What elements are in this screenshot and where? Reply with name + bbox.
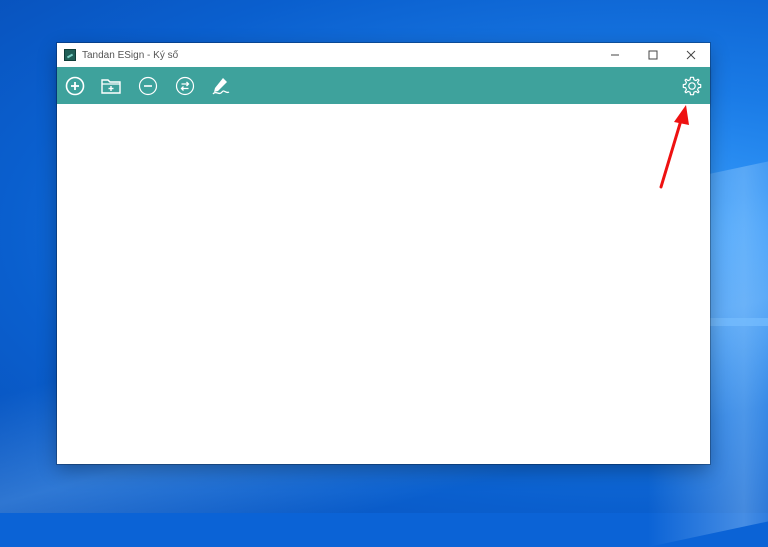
title-bar: Tandan ESign - Ký số <box>57 43 710 67</box>
wallpaper-light-beam <box>708 318 768 326</box>
pen-sign-icon <box>212 78 230 95</box>
window-controls <box>596 43 710 67</box>
add-folder-button[interactable] <box>100 75 122 97</box>
add-button[interactable] <box>64 75 86 97</box>
close-icon <box>686 50 696 60</box>
sign-button[interactable] <box>210 75 232 97</box>
app-logo-icon <box>64 49 76 61</box>
plus-circle-icon <box>65 76 85 96</box>
folder-plus-icon <box>101 79 121 94</box>
minimize-icon <box>611 54 619 56</box>
minimize-button[interactable] <box>596 43 634 67</box>
minus-circle-icon <box>138 76 158 96</box>
gear-icon <box>682 76 702 96</box>
settings-button[interactable] <box>681 75 703 97</box>
document-area <box>57 104 710 464</box>
app-window: Tandan ESign - Ký số <box>57 43 710 464</box>
maximize-button[interactable] <box>634 43 672 67</box>
toolbar <box>57 67 710 104</box>
close-button[interactable] <box>672 43 710 67</box>
window-title: Tandan ESign - Ký số <box>82 49 179 61</box>
swap-button[interactable] <box>174 75 196 97</box>
maximize-icon <box>648 50 658 60</box>
remove-button[interactable] <box>137 75 159 97</box>
swap-circle-icon <box>175 76 195 96</box>
